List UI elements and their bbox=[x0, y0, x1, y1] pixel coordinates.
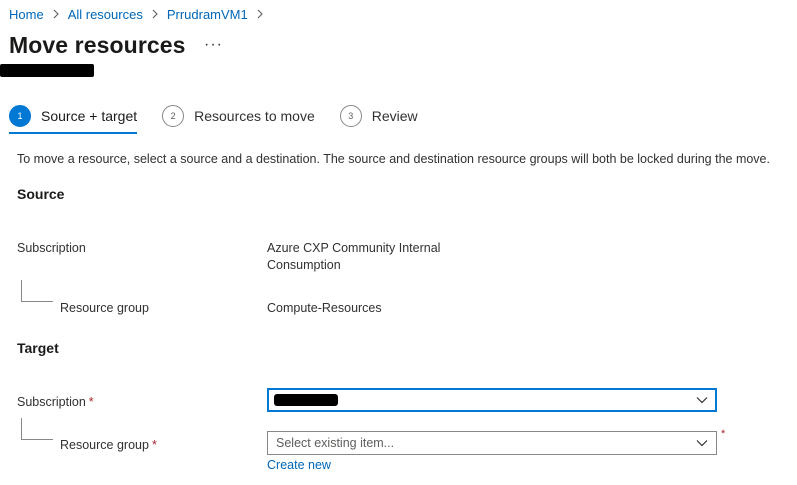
target-subscription-dropdown[interactable] bbox=[267, 388, 717, 412]
chevron-right-icon bbox=[52, 9, 60, 19]
create-new-link[interactable]: Create new bbox=[267, 458, 331, 472]
target-subscription-label: Subscription * bbox=[17, 395, 94, 409]
intro-text: To move a resource, select a source and … bbox=[17, 152, 770, 166]
breadcrumb-home[interactable]: Home bbox=[9, 7, 44, 22]
required-mark: * bbox=[88, 395, 94, 409]
chevron-down-icon bbox=[696, 440, 708, 447]
more-options-button[interactable]: ··· bbox=[204, 36, 223, 54]
page-title: Move resources bbox=[9, 32, 186, 58]
redacted-subtitle bbox=[0, 64, 94, 77]
redacted-subscription-value bbox=[274, 394, 338, 406]
target-rg-label-text: Resource group bbox=[60, 438, 149, 452]
source-subscription-line1: Azure CXP Community Internal bbox=[267, 241, 441, 255]
step-label: Source + target bbox=[41, 108, 138, 124]
wizard-steps: 1 Source + target 2 Resources to move 3 … bbox=[9, 102, 443, 134]
source-subscription-label: Subscription bbox=[17, 241, 86, 255]
source-subscription-line2: Consumption bbox=[267, 258, 341, 272]
step-number: 1 bbox=[9, 105, 31, 127]
target-heading: Target bbox=[17, 340, 59, 356]
required-mark: * bbox=[721, 428, 726, 440]
breadcrumb-all-resources[interactable]: All resources bbox=[68, 7, 143, 22]
source-subscription-value: Azure CXP Community Internal Consumption bbox=[267, 240, 440, 274]
tree-connector bbox=[21, 280, 53, 302]
step-resources-to-move[interactable]: 2 Resources to move bbox=[162, 102, 315, 130]
chevron-right-icon bbox=[256, 9, 264, 19]
step-source-target[interactable]: 1 Source + target bbox=[9, 102, 138, 134]
source-rg-label: Resource group bbox=[60, 301, 149, 315]
source-rg-value: Compute-Resources bbox=[267, 301, 382, 315]
target-rg-placeholder: Select existing item... bbox=[276, 436, 395, 450]
target-rg-dropdown[interactable]: Select existing item... bbox=[267, 431, 717, 455]
step-label: Resources to move bbox=[194, 108, 315, 124]
target-subscription-label-text: Subscription bbox=[17, 395, 86, 409]
target-rg-label: Resource group * bbox=[60, 438, 157, 452]
step-label: Review bbox=[371, 108, 418, 124]
breadcrumb-vm[interactable]: PrrudramVM1 bbox=[167, 7, 248, 22]
step-number: 2 bbox=[162, 105, 185, 127]
source-heading: Source bbox=[17, 186, 65, 202]
breadcrumb: Home All resources PrrudramVM1 bbox=[9, 5, 272, 23]
step-number: 3 bbox=[339, 105, 362, 127]
step-review[interactable]: 3 Review bbox=[339, 102, 418, 130]
tree-connector bbox=[21, 418, 53, 440]
required-mark: * bbox=[151, 438, 157, 452]
chevron-right-icon bbox=[151, 9, 159, 19]
chevron-down-icon bbox=[696, 397, 708, 404]
